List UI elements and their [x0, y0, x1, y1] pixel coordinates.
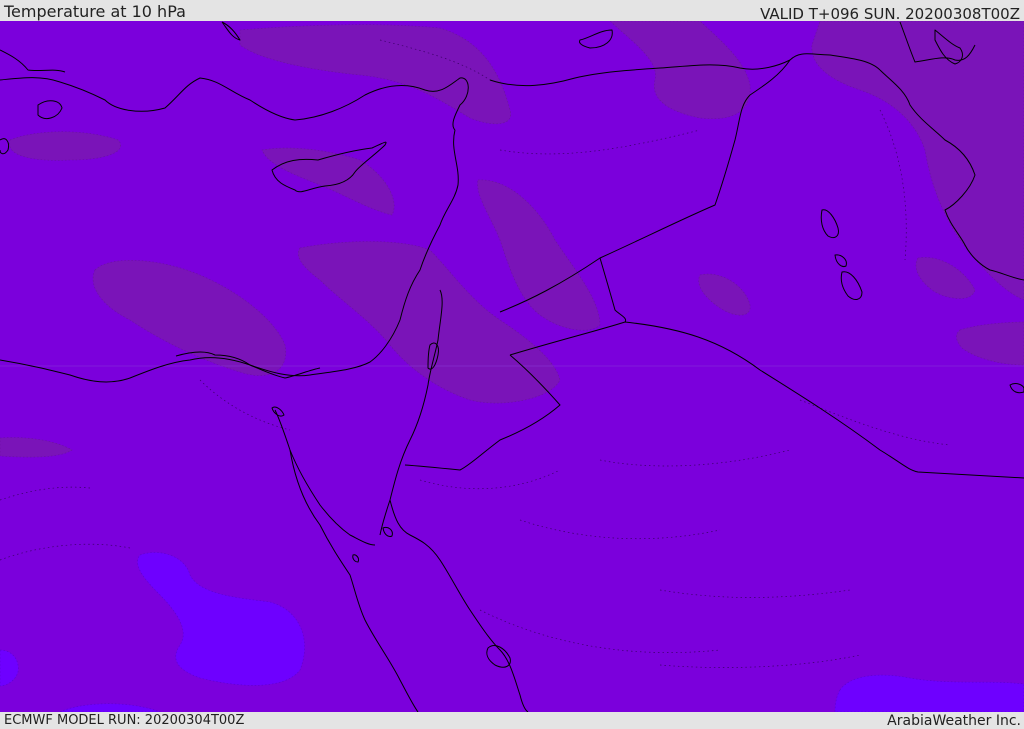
map-canvas — [0, 21, 1024, 712]
map-title: Temperature at 10 hPa — [4, 2, 186, 21]
model-run-label: ECMWF MODEL RUN: 20200304T00Z — [4, 713, 245, 728]
credit-label: ArabiaWeather Inc. — [887, 713, 1021, 729]
footer-bar: ECMWF MODEL RUN: 20200304T00Z ArabiaWeat… — [0, 712, 1024, 729]
temperature-map — [0, 21, 1024, 712]
map-page: Temperature at 10 hPa VALID T+096 SUN. 2… — [0, 0, 1024, 729]
header-bar: Temperature at 10 hPa VALID T+096 SUN. 2… — [0, 0, 1024, 23]
warm-patch-aegean — [9, 131, 121, 161]
